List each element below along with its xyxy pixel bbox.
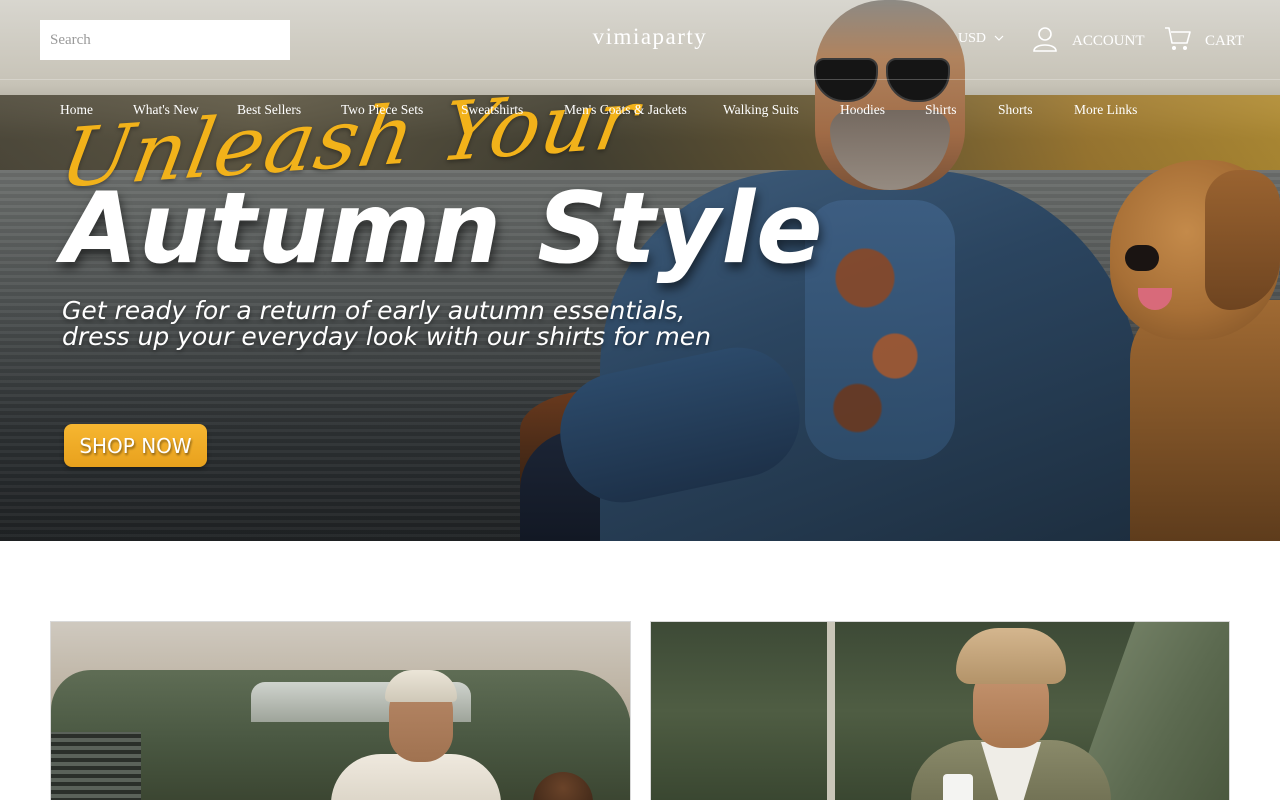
nav-item-shirts[interactable]: Shirts bbox=[925, 102, 957, 118]
nav-item-hoodies[interactable]: Hoodies bbox=[840, 102, 885, 118]
nav-item-two-piece-sets[interactable]: Two Piece Sets bbox=[341, 102, 423, 118]
account-label: ACCOUNT bbox=[1072, 33, 1145, 49]
hero-model-shirt-pattern bbox=[805, 200, 955, 460]
truck-grille bbox=[51, 732, 141, 800]
card-model-hat bbox=[956, 628, 1066, 684]
hero-subtitle-line-2: dress up your everyday look with our shi… bbox=[62, 322, 711, 351]
card-model-mug bbox=[943, 774, 973, 800]
nav-item-sweatshirts[interactable]: Sweatshirts bbox=[461, 102, 523, 118]
hero-dog-nose bbox=[1125, 245, 1159, 271]
collection-section bbox=[0, 541, 1280, 800]
main-navigation: Home What's New Best Sellers Two Piece S… bbox=[0, 102, 1280, 122]
chevron-down-icon bbox=[994, 31, 1004, 47]
nav-item-mens-coats[interactable]: Men's Coats & Jackets bbox=[564, 102, 687, 118]
site-header: vimiaparty USD ACCOUNT CART bbox=[0, 0, 1280, 80]
cart-icon bbox=[1164, 26, 1191, 57]
cart-label: CART bbox=[1205, 33, 1245, 49]
shop-now-button[interactable]: SHOP NOW bbox=[64, 424, 207, 467]
nav-item-home[interactable]: Home bbox=[60, 102, 93, 118]
collection-card-truck[interactable] bbox=[50, 621, 631, 800]
currency-label: USD bbox=[958, 31, 987, 46]
site-logo[interactable]: vimiaparty bbox=[540, 24, 760, 50]
card-model-cap bbox=[385, 670, 457, 702]
collection-card-camping[interactable] bbox=[650, 621, 1230, 800]
hero-dog-ear bbox=[1205, 170, 1280, 310]
nav-item-whats-new[interactable]: What's New bbox=[133, 102, 199, 118]
search-input[interactable] bbox=[40, 20, 290, 60]
user-icon bbox=[1032, 26, 1058, 57]
account-link[interactable]: ACCOUNT bbox=[1032, 26, 1145, 57]
cart-link[interactable]: CART bbox=[1164, 26, 1244, 57]
hero-banner[interactable]: Unleash Your Autumn Style Get ready for … bbox=[0, 0, 1280, 541]
nav-item-shorts[interactable]: Shorts bbox=[998, 102, 1033, 118]
hero-subtitle-line-1: Get ready for a return of early autumn e… bbox=[62, 296, 686, 325]
currency-selector[interactable]: USD bbox=[958, 31, 1004, 47]
hero-subtitle: Get ready for a return of early autumn e… bbox=[62, 296, 711, 351]
tent-pole bbox=[827, 622, 835, 800]
nav-item-best-sellers[interactable]: Best Sellers bbox=[237, 102, 301, 118]
hero-headline: Autumn Style bbox=[62, 172, 824, 286]
nav-item-walking-suits[interactable]: Walking Suits bbox=[723, 102, 799, 118]
nav-item-more-links[interactable]: More Links bbox=[1074, 102, 1137, 118]
